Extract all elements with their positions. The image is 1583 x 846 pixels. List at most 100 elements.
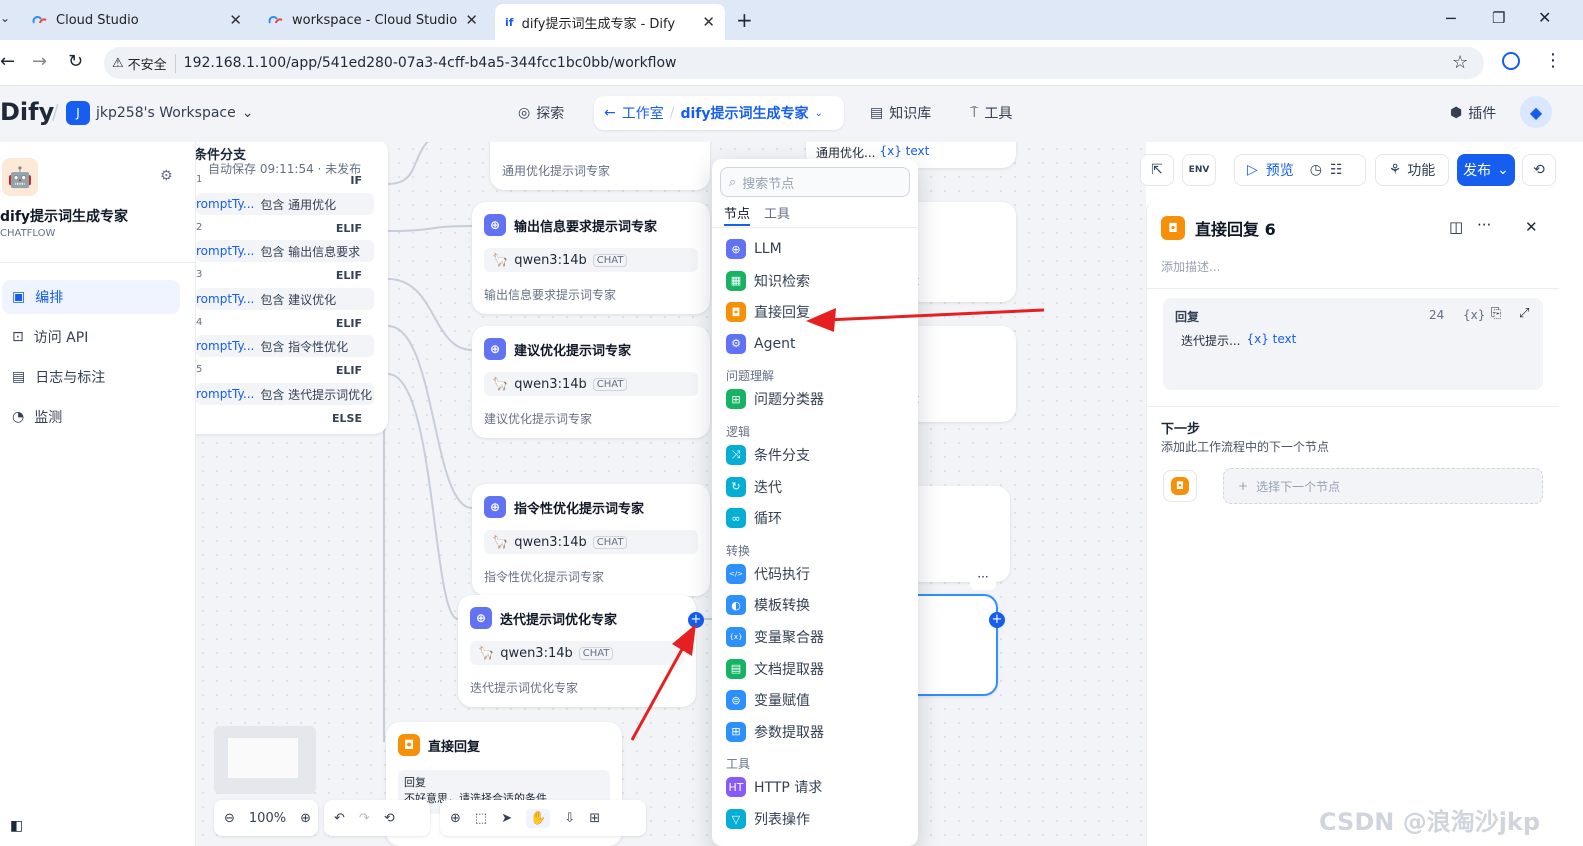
minimap-viewport[interactable]	[228, 738, 298, 778]
preview-label[interactable]: 预览	[1266, 160, 1294, 180]
picker-item[interactable]: ▦ 知识检索	[726, 269, 810, 293]
nav-plugins[interactable]: ⬢ 插件	[1450, 97, 1496, 129]
nav-knowledge[interactable]: ▤ 知识库	[870, 97, 931, 129]
profile-icon[interactable]	[1502, 52, 1520, 70]
close-tab-icon[interactable]: ✕	[702, 13, 715, 31]
picker-item[interactable]: ⊕ LLM	[726, 237, 782, 261]
browser-menu-icon[interactable]: ⋮	[1544, 50, 1562, 71]
node-description: 迭代提示词优化专家	[470, 681, 579, 695]
tab-list-chevron-icon[interactable]: ⌄	[0, 11, 10, 25]
back-arrow-icon[interactable]: ←	[604, 105, 616, 121]
panel-title[interactable]: 直接回复 6	[1195, 216, 1276, 240]
run-history-icon[interactable]: ◷	[1310, 162, 1322, 178]
version-history-button[interactable]: ⟲	[1522, 154, 1556, 186]
add-node-icon[interactable]: ⊕	[450, 811, 461, 826]
reload-icon[interactable]: ↻	[68, 51, 83, 72]
ollama-icon: 🦙	[492, 252, 509, 268]
minimap[interactable]	[214, 726, 316, 794]
dify-logo[interactable]: Dify	[0, 98, 54, 126]
url-field[interactable]: ⚠ 不安全 192.168.1.100/app/541ed280-07a3-4cf…	[104, 47, 1484, 79]
picker-item-label: 列表操作	[754, 812, 810, 828]
add-note-icon[interactable]: ⬚	[475, 811, 487, 826]
nav-app-name[interactable]: dify提示词生成专家	[680, 103, 808, 123]
browser-tab-3-active[interactable]: if dify提示词生成专家 - Dify ✕	[495, 4, 725, 40]
workspace-selector[interactable]: J jkp258's Workspace ⌄	[66, 97, 253, 129]
node-description: 输出信息要求提示词专家	[484, 288, 617, 302]
pointer-icon[interactable]: ➤	[501, 811, 512, 826]
sidebar-item-api[interactable]: ⊡ 访问 API	[2, 320, 180, 354]
organize-icon[interactable]: ⊞	[589, 811, 600, 826]
close-tab-icon[interactable]: ✕	[465, 11, 478, 29]
features-button[interactable]: ⚘ 功能	[1375, 154, 1449, 186]
picker-divider	[712, 227, 918, 228]
reply-editor[interactable]: 回复 24 {x} ⎘ ⤢ 迭代提示... {x} text	[1163, 298, 1543, 390]
browser-tab-2[interactable]: workspace - Cloud Studio ✕	[258, 6, 488, 34]
nav-studio-label[interactable]: 工作室	[622, 103, 664, 123]
close-panel-icon[interactable]: ✕	[1525, 218, 1538, 236]
expand-icon[interactable]: ⤢	[1519, 306, 1529, 321]
close-tab-icon[interactable]: ✕	[229, 11, 242, 29]
condition-row[interactable]: romptTy... 包含 指令性优化	[196, 335, 374, 357]
user-avatar[interactable]: ◆	[1520, 96, 1552, 128]
nav-studio[interactable]: ← 工作室 / dify提示词生成专家 ⌄	[594, 96, 844, 130]
llm-node-partial[interactable]: 通用优化提示词专家	[490, 142, 710, 190]
answer-icon: ◘	[1171, 477, 1189, 495]
preview-button-group[interactable]: ▷ 预览 ◷ ☷	[1234, 154, 1366, 186]
condition-row[interactable]: romptTy... 包含 输出信息要求	[196, 240, 374, 262]
sidebar-collapse-icon[interactable]: ◧	[10, 818, 23, 834]
description-input[interactable]: 添加描述...	[1161, 258, 1220, 275]
node-search-input[interactable]: ⌕ 搜索节点	[720, 167, 910, 197]
export-icon: ⇱	[1151, 162, 1163, 178]
browser-tab-1[interactable]: Cloud Studio ✕	[22, 6, 252, 34]
sidebar-item-orchestrate[interactable]: ▣ 编排	[2, 280, 180, 314]
picker-item-label: 知识检索	[754, 273, 810, 290]
condition-row[interactable]: romptTy... 包含 通用优化	[196, 193, 374, 215]
node-description: 指令性优化提示词专家	[484, 570, 605, 584]
hand-icon[interactable]: ✋	[526, 808, 551, 828]
env-button[interactable]: ENV	[1182, 154, 1216, 186]
node-title: 建议优化提示词专家	[514, 343, 632, 359]
minimize-icon[interactable]: ─	[1446, 9, 1456, 28]
forward-icon[interactable]: →	[32, 51, 47, 72]
zoom-out-icon[interactable]: ⊖	[224, 811, 235, 826]
node-type-icon: ▦	[726, 270, 746, 291]
if-else-node[interactable]: 条件分支 自动保存 09:11:54 · 未发布 1 IF romptTy...…	[196, 142, 388, 434]
cloud-studio-icon	[32, 16, 47, 24]
checklist-icon[interactable]: ☷	[1330, 162, 1343, 178]
sidebar-item-monitor[interactable]: ◔ 监测	[2, 400, 180, 434]
branch-number: 1	[196, 174, 203, 185]
close-window-icon[interactable]: ✕	[1538, 8, 1551, 27]
sidebar-item-logs[interactable]: ▤ 日志与标注	[2, 360, 180, 394]
tab-tools[interactable]: 工具	[764, 203, 790, 222]
back-icon[interactable]: ←	[0, 51, 15, 72]
variable-reference[interactable]: 迭代提示... {x} text	[1181, 332, 1296, 349]
zoom-in-icon[interactable]: ⊕	[300, 811, 311, 826]
insert-variable-icon[interactable]: {x}	[1463, 308, 1485, 322]
bookmark-star-icon[interactable]: ☆	[1452, 52, 1468, 73]
condition-row[interactable]: romptTy... 包含 建议优化	[196, 288, 374, 310]
history-icon[interactable]: ⟲	[384, 811, 395, 826]
redo-icon[interactable]: ↷	[359, 811, 370, 826]
picker-item[interactable]: ▽ 列表操作	[726, 807, 810, 831]
publish-button[interactable]: 发布 ⌄	[1457, 154, 1515, 186]
condition-row[interactable]: romptTy... 包含 迭代提示词优化	[196, 383, 374, 405]
tab-nodes[interactable]: 节点	[724, 203, 751, 226]
nav-explore[interactable]: ◎ 探索	[518, 97, 564, 129]
app-settings-icon[interactable]: ⚙	[160, 168, 173, 184]
zoom-control[interactable]: ⊖ 100% ⊕	[214, 800, 318, 836]
new-tab-button[interactable]: +	[736, 8, 753, 32]
more-icon[interactable]: ···	[1477, 216, 1491, 234]
not-secure-label: 不安全	[127, 57, 167, 73]
undo-icon[interactable]: ↶	[334, 811, 345, 826]
checklist-button[interactable]: ⇱	[1140, 154, 1174, 186]
annotation-arrows	[630, 308, 1045, 741]
split-view-icon[interactable]: ◫	[1449, 218, 1463, 236]
copy-icon[interactable]: ⎘	[1491, 306, 1501, 321]
not-secure-badge[interactable]: ⚠ 不安全	[112, 53, 176, 73]
maximize-icon[interactable]: ❐	[1492, 9, 1505, 27]
condition-variable: romptTy...	[196, 292, 255, 306]
picker-item[interactable]: HT HTTP 请求	[726, 775, 822, 799]
export-image-icon[interactable]: ⇩	[564, 811, 575, 826]
nav-tools[interactable]: ⍑ 工具	[970, 97, 1012, 129]
select-next-node-button[interactable]: + 选择下一个节点	[1223, 468, 1543, 504]
